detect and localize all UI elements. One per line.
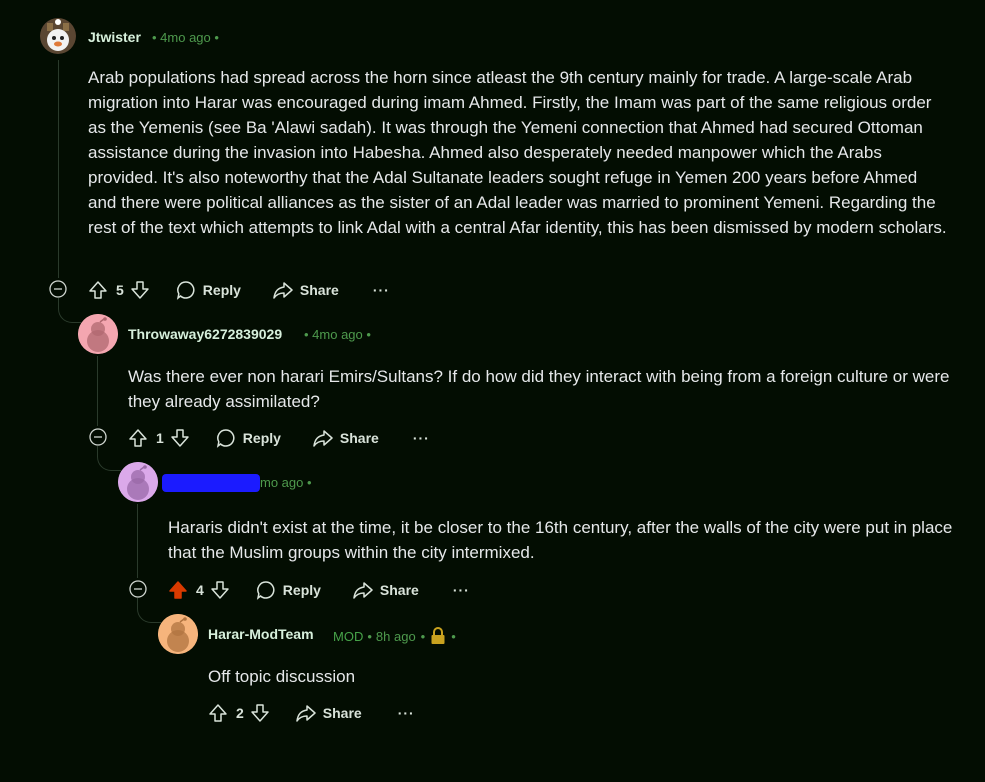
share-label: Share <box>339 430 379 446</box>
downvote-button[interactable] <box>250 703 270 723</box>
collapse-icon[interactable] <box>129 580 147 598</box>
avatar-icon <box>40 18 76 54</box>
separator: • <box>451 628 456 644</box>
comment-body: Was there ever non harari Emirs/Sultans?… <box>128 367 950 411</box>
upvote-icon <box>129 429 147 447</box>
share-label: Share <box>379 582 419 598</box>
comment-actions: 4 Reply Share ··· <box>168 576 470 604</box>
upvote-button[interactable] <box>88 280 108 300</box>
username[interactable]: Jtwister <box>88 29 141 45</box>
comment-icon <box>256 581 275 600</box>
comment-body: Arab populations had spread across the h… <box>88 68 947 237</box>
downvote-button[interactable] <box>210 580 230 600</box>
reply-button[interactable]: Reply <box>216 428 281 448</box>
downvote-icon <box>211 581 229 599</box>
upvote-icon <box>89 281 107 299</box>
more-options-button[interactable]: ··· <box>398 705 415 721</box>
vote-count: 1 <box>156 430 164 446</box>
thread-connector <box>97 446 121 471</box>
mod-flair: MOD <box>333 628 364 644</box>
upvote-button[interactable] <box>128 428 148 448</box>
time-text: 8h ago <box>375 628 416 644</box>
downvote-icon <box>131 281 149 299</box>
thread-connector <box>58 298 81 323</box>
share-icon <box>353 582 373 599</box>
thread-line <box>137 504 138 578</box>
time-text: 4mo ago <box>160 30 211 45</box>
comment-actions: 2 Share ··· <box>208 699 415 727</box>
share-button[interactable]: Share <box>353 580 419 600</box>
upvote-icon <box>209 704 227 722</box>
avatar-icon <box>78 314 118 354</box>
more-options-button[interactable]: ··· <box>453 582 470 598</box>
redacted-username <box>162 474 260 492</box>
avatar[interactable] <box>40 18 76 54</box>
comment-icon <box>176 281 195 300</box>
avatar-icon <box>158 614 198 654</box>
collapse-icon[interactable] <box>49 280 67 298</box>
vote-count: 2 <box>236 705 244 721</box>
share-button[interactable]: Share <box>273 280 339 300</box>
time-text: mo ago <box>260 475 304 490</box>
reply-button[interactable]: Reply <box>256 580 321 600</box>
downvote-button[interactable] <box>170 428 190 448</box>
more-icon: ··· <box>397 705 415 721</box>
share-label: Share <box>322 705 362 721</box>
thread-line <box>97 356 98 426</box>
share-icon <box>273 282 293 299</box>
comment-actions: 1 Reply Share ··· <box>128 424 430 452</box>
separator: • <box>367 628 372 644</box>
more-icon: ··· <box>412 430 430 446</box>
share-button[interactable]: Share <box>296 703 362 723</box>
vote-count: 5 <box>116 282 124 298</box>
comment-body: Off topic discussion <box>208 667 356 686</box>
avatar[interactable] <box>118 462 158 502</box>
time-text: 4mo ago <box>312 327 363 342</box>
comment-meta: MOD • 8h ago • • <box>333 627 456 645</box>
username[interactable]: Harar-ModTeam <box>208 626 314 642</box>
avatar-icon <box>118 462 158 502</box>
share-button[interactable]: Share <box>313 428 379 448</box>
comment-body: Hararis didn't exist at the time, it be … <box>168 518 953 562</box>
share-icon <box>296 705 316 722</box>
thread-line <box>58 60 59 278</box>
comment-timestamp: • 4mo ago • <box>152 30 219 45</box>
reply-label: Reply <box>282 582 321 598</box>
more-options-button[interactable]: ··· <box>413 430 430 446</box>
comment-timestamp: mo ago • <box>260 475 312 490</box>
username[interactable]: Throwaway6272839029 <box>128 326 282 342</box>
reply-button[interactable]: Reply <box>176 280 241 300</box>
reply-label: Reply <box>242 430 281 446</box>
upvote-icon <box>169 581 187 599</box>
reply-label: Reply <box>202 282 241 298</box>
comment-timestamp: • 4mo ago • <box>304 327 371 342</box>
comment-icon <box>216 429 235 448</box>
share-label: Share <box>299 282 339 298</box>
more-icon: ··· <box>452 582 470 598</box>
avatar[interactable] <box>158 614 198 654</box>
more-icon: ··· <box>372 282 390 298</box>
upvote-button[interactable] <box>208 703 228 723</box>
downvote-button[interactable] <box>130 280 150 300</box>
share-icon <box>313 430 333 447</box>
comment-actions: 5 Reply Share ··· <box>88 276 390 304</box>
upvote-button[interactable] <box>168 580 188 600</box>
lock-icon <box>431 627 445 644</box>
downvote-icon <box>251 704 269 722</box>
avatar[interactable] <box>78 314 118 354</box>
collapse-icon[interactable] <box>89 428 107 446</box>
more-options-button[interactable]: ··· <box>373 282 390 298</box>
separator: • <box>420 628 426 644</box>
thread-connector <box>137 598 161 623</box>
downvote-icon <box>171 429 189 447</box>
vote-count: 4 <box>196 582 204 598</box>
